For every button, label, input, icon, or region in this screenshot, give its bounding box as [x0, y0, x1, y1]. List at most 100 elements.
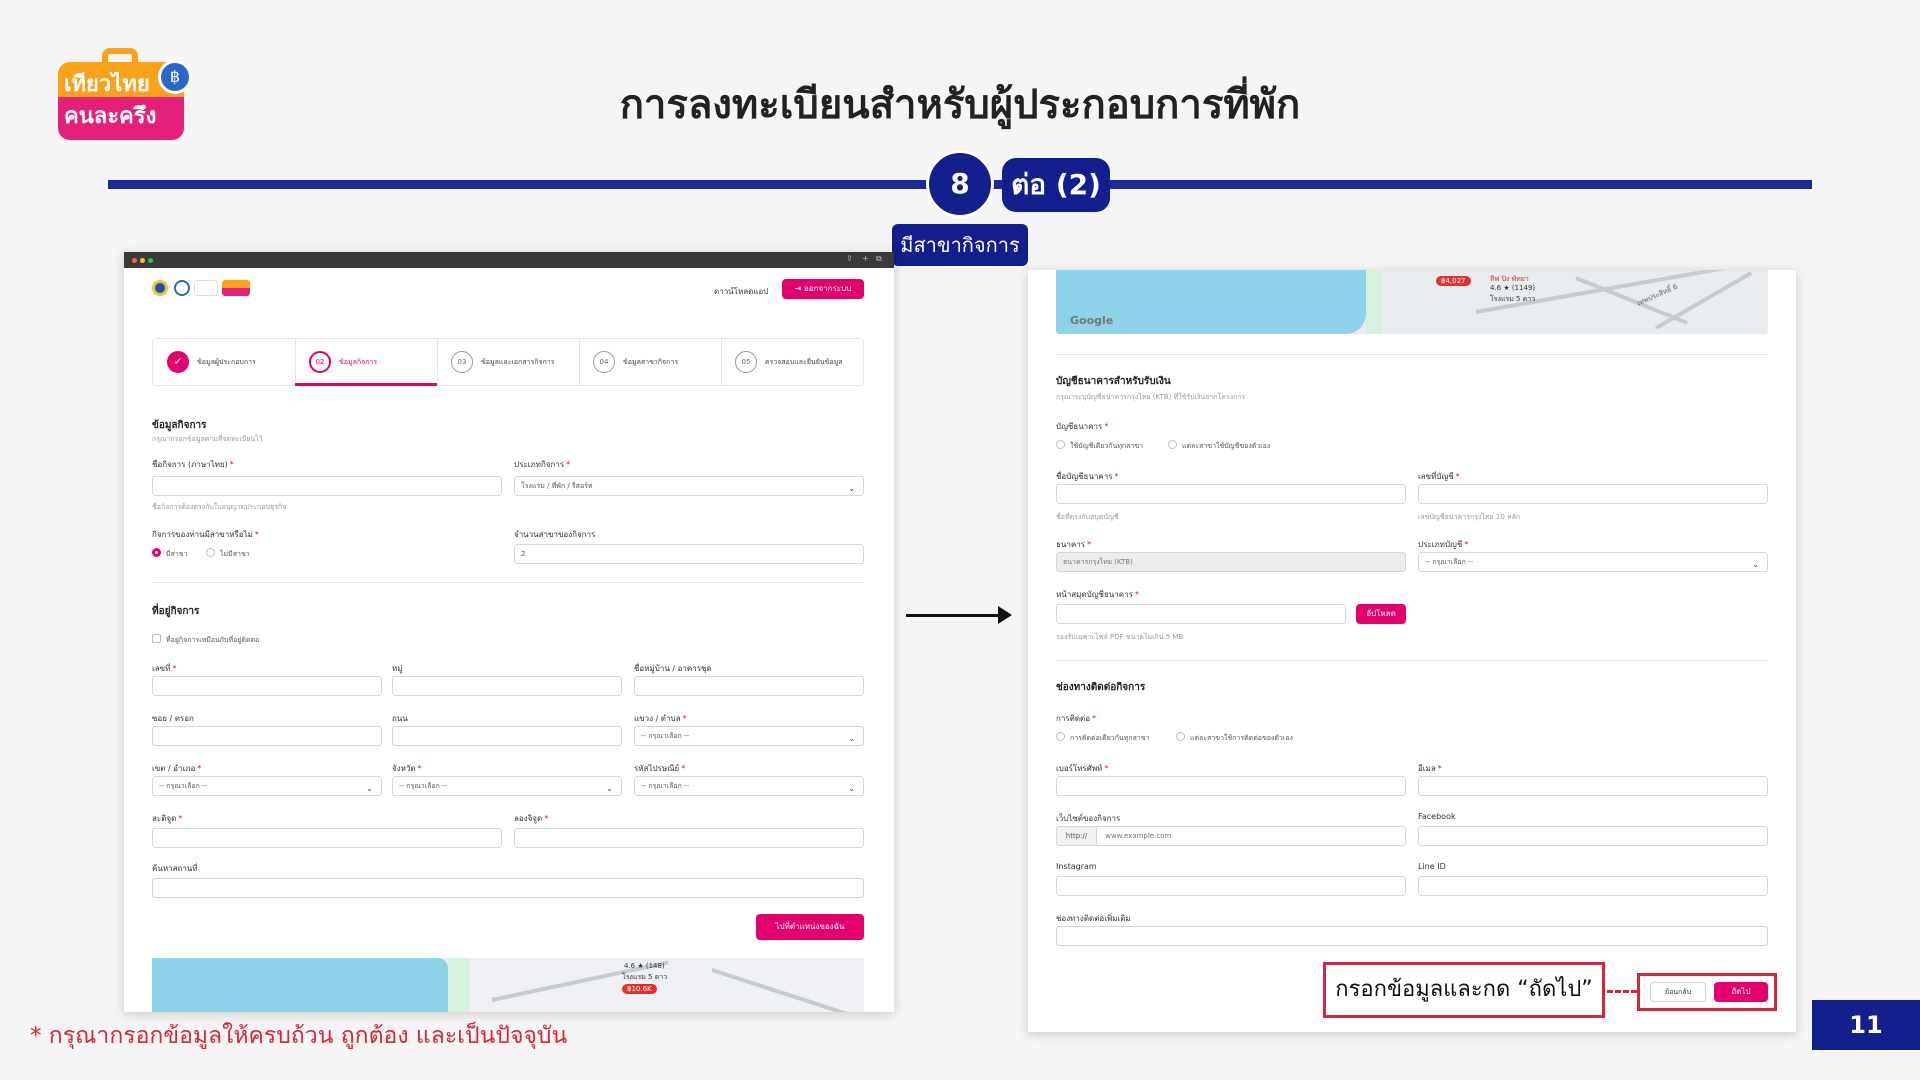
instruction-callout: กรอกข้อมูลและกด “ถัดไป”	[1323, 962, 1605, 1018]
slide-title: การลงทะเบียนสำหรับผู้ประกอบการที่พัก	[619, 82, 1301, 128]
screenshot-business-info: ⇪ + ⧉ ดาวน์โหลดแอป ⇥ ออกจากระบบ ✓ ข้อมูล…	[124, 252, 894, 1012]
upload-button[interactable]: อัปโหลด	[1356, 604, 1406, 624]
share-icon: ⇪	[846, 254, 853, 263]
account-name-input[interactable]	[1056, 484, 1406, 504]
website-input[interactable]: http:// www.example.com	[1056, 826, 1406, 846]
location-map[interactable]: Google ฿4,027 ลีฟ ปิง พัทยา 4.6 ★ (1149)…	[1056, 270, 1768, 334]
province-select[interactable]: -- กรุณาเลือก -- ⌄	[392, 776, 622, 796]
district-select[interactable]: -- กรุณาเลือก -- ⌄	[152, 776, 382, 796]
step-done-check-icon: ✓	[167, 351, 189, 373]
business-name-label: ชื่อกิจการ (ภาษาไทย) *	[152, 460, 234, 469]
chevron-down-icon: ⌄	[366, 784, 373, 793]
address-heading: ที่อยู่กิจการ	[152, 606, 200, 617]
map-road-label: เทพประสิทธิ์ 6	[1636, 282, 1679, 308]
map-price-pin[interactable]: ฿4,027	[1436, 276, 1471, 286]
latitude-input[interactable]	[152, 828, 502, 848]
footnote: * กรุณากรอกข้อมูลให้ครบถ้วน ถูกต้อง และเ…	[30, 1023, 568, 1049]
chevron-down-icon: ⌄	[606, 784, 613, 793]
facebook-label: Facebook	[1418, 812, 1456, 821]
instagram-input[interactable]	[1056, 876, 1406, 896]
map-park-area	[1366, 270, 1382, 334]
account-kind-select[interactable]: -- กรุณาเลือก -- ⌄	[1418, 552, 1768, 572]
same-contact-radio[interactable]	[1056, 732, 1065, 741]
bankbook-file-input[interactable]	[1056, 604, 1346, 624]
email-input[interactable]	[1418, 776, 1768, 796]
contact-type-label: การติดต่อ *	[1056, 714, 1097, 723]
facebook-input[interactable]	[1418, 826, 1768, 846]
website-placeholder: www.example.com	[1105, 832, 1172, 840]
map-water-area	[152, 958, 448, 1012]
account-no-hint: เลขบัญชีธนาคารกรุงไทย 10 หลัก	[1418, 513, 1521, 521]
logout-label: ออกจากระบบ	[804, 284, 852, 293]
separate-contact-radio[interactable]	[1176, 732, 1185, 741]
branch-no-radio[interactable]	[206, 548, 215, 557]
section-divider	[1056, 660, 1768, 661]
map-category: โรงแรม 5 ดาว	[1490, 295, 1536, 303]
location-map[interactable]: 4.6 ★ (148) โรงแรม 5 ดาว ฿10.6K	[152, 958, 864, 1012]
separate-account-label: แต่ละสาขาใช้บัญชีของตัวเอง	[1182, 442, 1271, 450]
phone-input[interactable]	[1056, 776, 1406, 796]
email-label: อีเมล *	[1418, 764, 1442, 773]
business-type-select[interactable]: โรงแรม / ที่พัก / รีสอร์ท ⌄	[514, 476, 864, 496]
business-info-subheading: กรุณากรอกข้อมูลตามที่จดทะเบียนไว้	[152, 435, 263, 443]
step-5[interactable]: 05 ตรวจสอบและยืนยันข้อมูล	[721, 339, 863, 385]
step-label: ข้อมูลกิจการ	[339, 358, 378, 366]
account-no-label: เลขที่บัญชี *	[1418, 472, 1460, 481]
postcode-label: รหัสไปรษณีย์ *	[634, 764, 686, 773]
house-no-input[interactable]	[152, 676, 382, 696]
business-name-hint: ชื่อกิจการต้องตรงกับใบอนุญาตประกอบธุรกิจ	[152, 503, 287, 511]
step-2[interactable]: 02 ข้อมูลกิจการ	[295, 339, 437, 386]
screenshot-bank-contact: Google ฿4,027 ลีฟ ปิง พัทยา 4.6 ★ (1149)…	[1028, 270, 1796, 1032]
same-account-label: ใช้บัญชีเดียวกันทุกสาขา	[1070, 442, 1144, 450]
step-number: 05	[735, 351, 757, 373]
step-number-badge: 8	[926, 150, 994, 218]
map-price-pin[interactable]: ฿10.6K	[622, 984, 657, 994]
section-divider	[152, 582, 864, 583]
business-name-input[interactable]	[152, 476, 502, 496]
line-id-label: Line ID	[1418, 862, 1446, 871]
separate-account-radio[interactable]	[1168, 440, 1177, 449]
step-number: 03	[451, 351, 473, 373]
arrow-right-icon	[998, 606, 1012, 624]
subdistrict-select[interactable]: -- กรุณาเลือก -- ⌄	[634, 726, 864, 746]
callout-highlight-box	[1637, 973, 1777, 1011]
active-step-indicator	[295, 383, 437, 386]
same-address-label: ที่อยู่กิจการเหมือนกับที่อยู่ติดต่อ	[166, 636, 260, 644]
house-no-label: เลขที่ *	[152, 664, 177, 673]
step-4[interactable]: 04 ข้อมูลสาขากิจการ	[579, 339, 721, 385]
soi-input[interactable]	[152, 726, 382, 746]
same-address-checkbox[interactable]	[152, 634, 161, 643]
upload-hint: รองรับเฉพาะไฟล์ PDF ขนาดไม่เกิน 5 MB	[1056, 633, 1184, 641]
branch-yes-radio[interactable]	[152, 548, 161, 557]
step-3[interactable]: 03 ข้อมูลและเอกสารกิจการ	[437, 339, 579, 385]
callout-connector	[1607, 990, 1637, 993]
village-input[interactable]	[634, 676, 864, 696]
step-caption: มีสาขากิจการ	[892, 224, 1028, 266]
line-id-input[interactable]	[1418, 876, 1768, 896]
website-prefix: http://	[1057, 827, 1097, 845]
same-account-radio[interactable]	[1056, 440, 1065, 449]
longitude-input[interactable]	[514, 828, 864, 848]
branch-count-input[interactable]: 2	[514, 544, 864, 564]
road-label: ถนน	[392, 714, 408, 723]
postcode-select[interactable]: -- กรุณาเลือก -- ⌄	[634, 776, 864, 796]
account-no-input[interactable]	[1418, 484, 1768, 504]
chevron-down-icon: ⌄	[848, 484, 855, 493]
download-app-link[interactable]: ดาวน์โหลดแอป	[714, 285, 768, 298]
business-type-label: ประเภทกิจการ *	[514, 460, 571, 469]
new-tab-icon: +	[862, 254, 869, 263]
step-label: ตรวจสอบและยืนยันข้อมูล	[765, 358, 843, 366]
road-input[interactable]	[392, 726, 622, 746]
step-1[interactable]: ✓ ข้อมูลผู้ประกอบการ	[153, 339, 295, 385]
latitude-label: ละติจูด *	[152, 814, 183, 823]
flow-arrow-shaft	[906, 614, 1000, 617]
logout-button[interactable]: ⇥ ออกจากระบบ	[782, 279, 864, 299]
province-label: จังหวัด *	[392, 764, 422, 773]
tabs-icon: ⧉	[876, 254, 882, 263]
extra-contact-input[interactable]	[1056, 926, 1768, 946]
search-place-label: ค้นหาสถานที่	[152, 864, 198, 873]
chevron-down-icon: ⌄	[848, 784, 855, 793]
locate-me-button[interactable]: ไปที่ตำแหน่งของฉัน	[756, 914, 864, 940]
moo-input[interactable]	[392, 676, 622, 696]
search-place-input[interactable]	[152, 878, 864, 898]
